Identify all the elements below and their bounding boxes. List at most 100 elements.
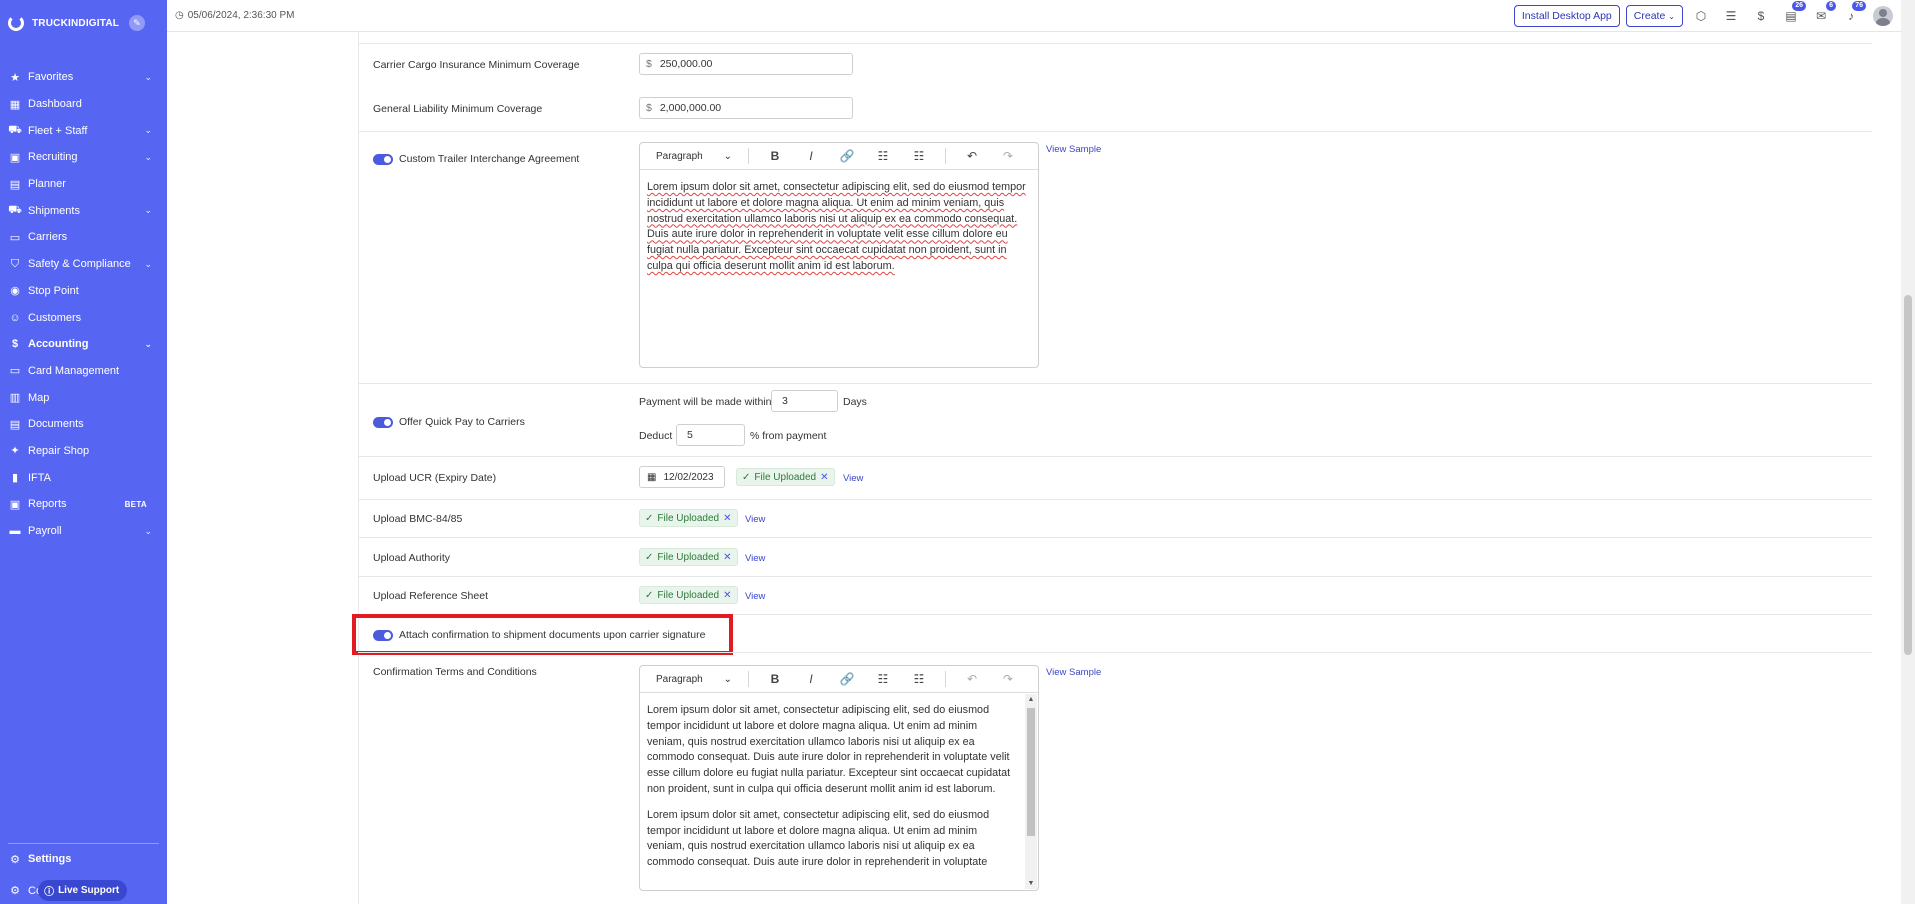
authority-view-link[interactable]: View xyxy=(745,553,765,564)
create-button[interactable]: Create ⌄ xyxy=(1625,5,1683,27)
chevron-down-icon[interactable]: ⌄ xyxy=(144,259,152,270)
tasks-icon[interactable]: ▤ 26 xyxy=(1779,1,1806,27)
view-sample-link[interactable]: View Sample xyxy=(1046,667,1101,678)
cargo-coverage-input[interactable]: $ 250,000.00 xyxy=(639,53,853,75)
authority-file-status: ✓ File Uploaded ✕ xyxy=(639,548,738,566)
redo-icon[interactable]: ↷ xyxy=(990,672,1026,686)
chevron-down-icon[interactable]: ⌄ xyxy=(144,526,152,537)
ucr-date-input[interactable]: ▦ 12/02/2023 xyxy=(639,466,725,488)
row-divider xyxy=(358,43,1872,44)
paragraph-style-select[interactable]: Paragraph ⌄ xyxy=(648,151,740,162)
link-icon[interactable]: 🔗 xyxy=(829,149,865,163)
chevron-down-icon[interactable]: ⌄ xyxy=(144,152,152,163)
quick-pay-label: Offer Quick Pay to Carriers xyxy=(399,416,525,428)
payment-within-label: Payment will be made within xyxy=(639,396,772,408)
chevron-down-icon[interactable]: ⌄ xyxy=(144,339,152,350)
install-desktop-app-button[interactable]: Install Desktop App xyxy=(1513,5,1620,27)
remove-file-icon[interactable]: ✕ xyxy=(723,513,731,524)
sidebar-item-repair-shop[interactable]: ✦ Repair Shop xyxy=(0,438,167,465)
sidebar-item-label: Dashboard xyxy=(28,98,82,111)
paragraph-style-select[interactable]: Paragraph ⌄ xyxy=(648,674,740,685)
trailer-agreement-toggle[interactable] xyxy=(373,153,393,165)
quick-pay-toggle[interactable] xyxy=(373,416,393,428)
editor-paragraph: Lorem ipsum dolor sit amet, consectetur … xyxy=(647,704,1011,795)
row-divider xyxy=(358,456,1872,457)
sidebar-item-map[interactable]: ▥ Map xyxy=(0,384,167,411)
bmc-view-link[interactable]: View xyxy=(745,514,765,525)
confirmation-terms-text[interactable]: Lorem ipsum dolor sit amet, consectetur … xyxy=(640,693,1038,890)
bullet-list-icon[interactable]: ☷ xyxy=(865,672,901,686)
scroll-up-icon[interactable]: ▲ xyxy=(1025,696,1037,703)
sidebar-item-settings[interactable]: ⚙ Settings xyxy=(0,846,167,873)
trailer-agreement-text[interactable]: Lorem ipsum dolor sit amet, consectetur … xyxy=(640,170,1038,285)
bold-icon[interactable]: B xyxy=(757,149,793,163)
sidebar-item-accounting[interactable]: $ Accounting ⌄ xyxy=(0,331,167,358)
sidebar-item-customers[interactable]: ☺ Customers xyxy=(0,304,167,331)
bmc-label: Upload BMC-84/85 xyxy=(373,513,463,525)
sidebar-item-label: Customers xyxy=(28,311,82,324)
chevron-down-icon[interactable]: ⌄ xyxy=(144,125,152,136)
trailer-agreement-editor[interactable]: Paragraph ⌄ B I 🔗 ☷ ☷ ↶ ↷ Lorem ipsum dol… xyxy=(639,142,1039,368)
confirmation-terms-editor[interactable]: Paragraph ⌄ B I 🔗 ☷ ☷ ↶ ↷ Lorem ipsum dol… xyxy=(639,665,1039,891)
sidebar-item-documents[interactable]: ▤ Documents xyxy=(0,411,167,438)
sidebar-item-shipments[interactable]: ⛟ Shipments ⌄ xyxy=(0,197,167,224)
page-scrollbar[interactable] xyxy=(1901,0,1915,904)
undo-icon[interactable]: ↶ xyxy=(954,149,990,163)
sidebar-item-card-management[interactable]: ▭ Card Management xyxy=(0,358,167,385)
editor-paragraph: Lorem ipsum dolor sit amet, consectetur … xyxy=(647,181,1026,272)
cube-icon[interactable]: ⬡ xyxy=(1689,5,1713,27)
documents-icon: ▤ xyxy=(9,418,21,431)
editor-scrollbar[interactable]: ▲ ▼ xyxy=(1025,694,1037,889)
italic-icon[interactable]: I xyxy=(793,149,829,163)
bell-icon[interactable]: ♪ 76 xyxy=(1839,1,1866,27)
payment-days-input[interactable]: 3 xyxy=(771,390,838,412)
chevron-down-icon[interactable]: ⌄ xyxy=(144,205,152,216)
ucr-view-link[interactable]: View xyxy=(843,473,863,484)
remove-file-icon[interactable]: ✕ xyxy=(723,552,731,563)
brand-logo[interactable]: TRUCKINDIGITAL ✎ xyxy=(0,0,167,46)
sidebar-item-label: Stop Point xyxy=(28,284,79,297)
remove-file-icon[interactable]: ✕ xyxy=(820,472,828,483)
dollar-circle-icon[interactable]: $ xyxy=(1749,5,1773,27)
live-support-button[interactable]: ⓘ Live Support xyxy=(38,880,128,901)
sidebar-item-carriers[interactable]: ▭ Carriers xyxy=(0,224,167,251)
sidebar-item-payroll[interactable]: ▬ Payroll ⌄ xyxy=(0,518,167,545)
remove-file-icon[interactable]: ✕ xyxy=(723,590,731,601)
bmc-file-status: ✓ File Uploaded ✕ xyxy=(639,509,738,527)
link-icon[interactable]: 🔗 xyxy=(829,672,865,686)
chat-icon[interactable]: ✉ 6 xyxy=(1809,1,1836,27)
italic-icon[interactable]: I xyxy=(793,672,829,686)
scroll-down-icon[interactable]: ▼ xyxy=(1025,880,1037,887)
bullet-list-icon[interactable]: ☷ xyxy=(865,149,901,163)
collapse-sidebar-icon[interactable]: ✎ xyxy=(129,15,145,31)
numbered-list-icon[interactable]: ☷ xyxy=(901,149,937,163)
file-uploaded-text: File Uploaded xyxy=(657,512,720,524)
liability-coverage-input[interactable]: $ 2,000,000.00 xyxy=(639,97,853,119)
undo-icon[interactable]: ↶ xyxy=(954,672,990,686)
sidebar-item-stop-point[interactable]: ◉ Stop Point xyxy=(0,278,167,305)
numbered-list-icon[interactable]: ☷ xyxy=(901,672,937,686)
page-scroll-thumb[interactable] xyxy=(1904,295,1912,655)
redo-icon[interactable]: ↷ xyxy=(990,149,1026,163)
paragraph-label: Paragraph xyxy=(656,150,703,162)
avatar[interactable] xyxy=(1873,6,1893,26)
sidebar-item-dashboard[interactable]: ▦ Dashboard xyxy=(0,91,167,118)
view-sample-link[interactable]: View Sample xyxy=(1046,144,1101,155)
sidebar-item-recruiting[interactable]: ▣ Recruiting ⌄ xyxy=(0,144,167,171)
bold-icon[interactable]: B xyxy=(757,672,793,686)
sidebar-item-favorites[interactable]: ★ Favorites ⌄ xyxy=(0,64,167,91)
sidebar-item-reports[interactable]: ▣ Reports BETA xyxy=(0,491,167,518)
list-icon[interactable]: ☰ xyxy=(1719,5,1743,27)
chevron-down-icon[interactable]: ⌄ xyxy=(144,72,152,83)
shield-icon: ⛉ xyxy=(10,257,20,270)
tasks-badge: 26 xyxy=(1792,1,1806,11)
sidebar-item-ifta[interactable]: ▮ IFTA xyxy=(0,464,167,491)
editor-toolbar: Paragraph ⌄ B I 🔗 ☷ ☷ ↶ ↷ xyxy=(640,143,1038,170)
sidebar-item-safety-compliance[interactable]: ⛉ Safety & Compliance ⌄ xyxy=(0,251,167,278)
deduct-percent-input[interactable]: 5 xyxy=(676,424,745,446)
sidebar-item-fleet-staff[interactable]: ⛟ Fleet + Staff ⌄ xyxy=(0,117,167,144)
sidebar-item-planner[interactable]: ▤ Planner xyxy=(0,171,167,198)
reference-view-link[interactable]: View xyxy=(745,591,765,602)
confirmation-terms-label: Confirmation Terms and Conditions xyxy=(373,666,537,678)
editor-scroll-thumb[interactable] xyxy=(1027,708,1035,836)
